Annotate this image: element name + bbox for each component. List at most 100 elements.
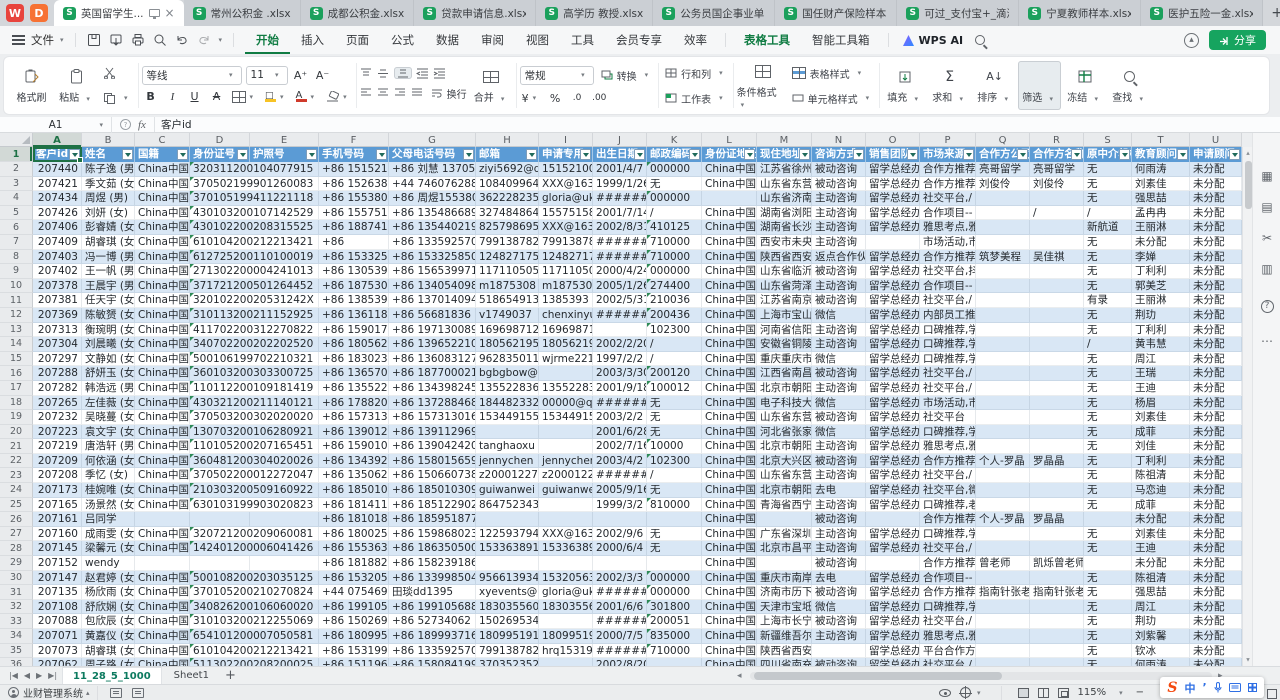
cell-J23[interactable]: ######## xyxy=(593,468,647,483)
cell-R35[interactable] xyxy=(1030,644,1084,659)
cell-U22[interactable]: 未分配 xyxy=(1190,454,1242,469)
cell-N19[interactable]: 被动咨询 xyxy=(812,410,866,425)
cell-I1[interactable]: 申请专用 xyxy=(539,147,593,162)
row-header-15[interactable]: 15 xyxy=(0,352,33,367)
cell-M5[interactable]: 湖南省浏阳 xyxy=(757,206,812,221)
column-header-S[interactable]: S xyxy=(1084,133,1132,147)
cell-I5[interactable]: 155751588 xyxy=(539,206,593,221)
row-header-1[interactable]: 1 xyxy=(0,147,33,162)
document-panel-icon[interactable]: ▤ xyxy=(1253,196,1280,218)
cell-G31[interactable]: 田琰dd1395 xyxy=(389,585,476,600)
cell-D18[interactable]: 430321200211140121 xyxy=(190,396,250,411)
cell-N14[interactable]: 主动咨询 xyxy=(812,337,866,352)
cell-T11[interactable]: 王丽淋 xyxy=(1132,293,1190,308)
cell-Q26[interactable]: 个人-罗晶 xyxy=(976,512,1030,527)
cell-J27[interactable]: 2002/9/6 xyxy=(593,527,647,542)
cell-U24[interactable]: 未分配 xyxy=(1190,483,1242,498)
cell-C22[interactable]: China中国 xyxy=(135,454,190,469)
cell-F26[interactable]: +86 18101832 xyxy=(319,512,389,527)
cell-N21[interactable]: 主动咨询 xyxy=(812,439,866,454)
increase-decimal-icon[interactable]: .00 xyxy=(590,89,608,107)
cell-C17[interactable]: China中国 xyxy=(135,381,190,396)
cell-R24[interactable] xyxy=(1030,483,1084,498)
cell-I13[interactable]: 169698712 xyxy=(539,323,593,338)
document-tab[interactable]: S贷款申请信息.xlsx xyxy=(414,0,536,26)
cell-U17[interactable]: 未分配 xyxy=(1190,381,1242,396)
zoom-level[interactable]: 115% xyxy=(1078,687,1107,698)
cell-K22[interactable]: 102300 xyxy=(647,454,702,469)
row-header-2[interactable]: 2 xyxy=(0,162,33,177)
cell-D8[interactable]: 612725200110100019 xyxy=(190,250,250,265)
cell-J30[interactable]: 2002/3/3 xyxy=(593,571,647,586)
cell-M18[interactable]: 电子科技大 xyxy=(757,396,812,411)
cell-Q30[interactable] xyxy=(976,571,1030,586)
cell-Q32[interactable] xyxy=(976,600,1030,615)
cell-J11[interactable]: 2002/5/31 xyxy=(593,293,647,308)
chevron-down-icon[interactable]: ▾ xyxy=(219,36,223,44)
cell-R20[interactable] xyxy=(1030,425,1084,440)
cell-style-button[interactable]: 单元格样式▾ xyxy=(789,87,877,109)
cell-O3[interactable]: 留学总经办 xyxy=(866,177,920,192)
cell-D6[interactable]: 430102200208315525 xyxy=(190,220,250,235)
cell-J3[interactable]: 1999/1/26 xyxy=(593,177,647,192)
cell-I31[interactable]: gloria@uk xyxy=(539,585,593,600)
cell-L22[interactable]: China中国 xyxy=(702,454,757,469)
cell-I21[interactable] xyxy=(539,439,593,454)
cell-M27[interactable]: 广东省深圳 xyxy=(757,527,812,542)
cell-O5[interactable]: 留学总经办 xyxy=(866,206,920,221)
screenshot-icon[interactable]: ✂ xyxy=(1253,227,1280,249)
cell-U13[interactable]: 未分配 xyxy=(1190,323,1242,338)
row-header-13[interactable]: 13 xyxy=(0,323,33,338)
cell-A27[interactable]: 207160 xyxy=(33,527,82,542)
cell-O2[interactable]: 留学总经办 xyxy=(866,162,920,177)
cell-T8[interactable]: 李婵 xyxy=(1132,250,1190,265)
wps-logo-icon[interactable]: W xyxy=(6,4,24,22)
cell-K7[interactable]: 710000 xyxy=(647,235,702,250)
cell-O4[interactable]: 留学总经办 xyxy=(866,191,920,206)
cell-A23[interactable]: 207208 xyxy=(33,468,82,483)
row-header-31[interactable]: 31 xyxy=(0,585,33,600)
cell-F28[interactable]: +86 15536389 xyxy=(319,541,389,556)
cell-S1[interactable]: 原中介机构 xyxy=(1084,147,1132,162)
cell-J28[interactable]: 2000/6/4 xyxy=(593,541,647,556)
align-top-icon[interactable] xyxy=(360,67,373,79)
cell-U31[interactable]: 未分配 xyxy=(1190,585,1242,600)
currency-button[interactable]: ¥▾ xyxy=(520,89,543,107)
align-left-icon[interactable] xyxy=(360,87,373,99)
cell-T16[interactable]: 王瑞 xyxy=(1132,366,1190,381)
cell-H9[interactable]: 117110505 xyxy=(476,264,539,279)
cell-B11[interactable]: 任天宇 (女) xyxy=(82,293,135,308)
menu-item-6[interactable]: 视图 xyxy=(515,26,560,54)
cell-U26[interactable]: 未分配 xyxy=(1190,512,1242,527)
font-color-button[interactable]: A▾ xyxy=(294,88,321,106)
row-header-24[interactable]: 24 xyxy=(0,483,33,498)
cell-Q8[interactable]: 筑梦美程 xyxy=(976,250,1030,265)
cell-U8[interactable]: 未分配 xyxy=(1190,250,1242,265)
filter-dropdown-icon[interactable] xyxy=(237,149,248,160)
menu-item-7[interactable]: 工具 xyxy=(560,26,605,54)
cell-B7[interactable]: 胡睿琪 (女) xyxy=(82,235,135,250)
cell-S16[interactable]: 无 xyxy=(1084,366,1132,381)
cell-Q6[interactable] xyxy=(976,220,1030,235)
cell-U10[interactable]: 未分配 xyxy=(1190,279,1242,294)
cell-K11[interactable]: 210036 xyxy=(647,293,702,308)
cell-M25[interactable]: 青海省西宁 xyxy=(757,498,812,513)
cell-Q18[interactable] xyxy=(976,396,1030,411)
cell-Q20[interactable] xyxy=(976,425,1030,440)
cell-D7[interactable]: 610104200212213421 xyxy=(190,235,250,250)
cell-R29[interactable]: 凯烁曾老师 xyxy=(1030,556,1084,571)
eraser-icon[interactable]: ▾ xyxy=(324,88,353,106)
cell-J5[interactable]: 2001/7/14 xyxy=(593,206,647,221)
row-header-3[interactable]: 3 xyxy=(0,177,33,192)
cell-Q16[interactable] xyxy=(976,366,1030,381)
cell-L1[interactable]: 身份证地址 xyxy=(702,147,757,162)
filter-dropdown-icon[interactable] xyxy=(1017,149,1028,160)
cell-F6[interactable]: +86 18874129 xyxy=(319,220,389,235)
cell-K14[interactable]: / xyxy=(647,337,702,352)
cell-J1[interactable]: 出生日期 xyxy=(593,147,647,162)
cell-I3[interactable]: XXX@163.c xyxy=(539,177,593,192)
cell-Q22[interactable]: 个人-罗晶 xyxy=(976,454,1030,469)
cell-D33[interactable]: 310103200212255069 xyxy=(190,614,250,629)
filter-dropdown-icon[interactable] xyxy=(853,149,864,160)
cell-Q19[interactable] xyxy=(976,410,1030,425)
